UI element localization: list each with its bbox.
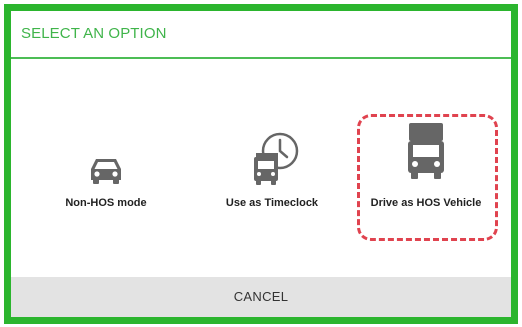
option-label-timeclock: Use as Timeclock [225, 197, 319, 209]
option-list: Non-HOS mode Use as Timeclock Drive as H… [11, 61, 511, 281]
screenshot-frame: SELECT AN OPTION Non-HOS mode Use as Tim… [4, 4, 518, 324]
option-non-hos-mode[interactable]: Non-HOS mode [51, 153, 161, 223]
truck-icon [407, 121, 445, 186]
option-label-non-hos: Non-HOS mode [65, 197, 147, 209]
dialog-title: SELECT AN OPTION [11, 11, 511, 59]
truck-clock-icon [248, 131, 300, 194]
select-option-dialog: SELECT AN OPTION Non-HOS mode Use as Tim… [11, 11, 511, 317]
cancel-button[interactable]: CANCEL [11, 277, 511, 317]
option-use-as-timeclock[interactable]: Use as Timeclock [209, 131, 335, 223]
car-icon [88, 153, 124, 190]
option-label-hos-vehicle: Drive as HOS Vehicle [370, 197, 482, 209]
option-drive-as-hos-vehicle[interactable]: Drive as HOS Vehicle [357, 121, 495, 223]
